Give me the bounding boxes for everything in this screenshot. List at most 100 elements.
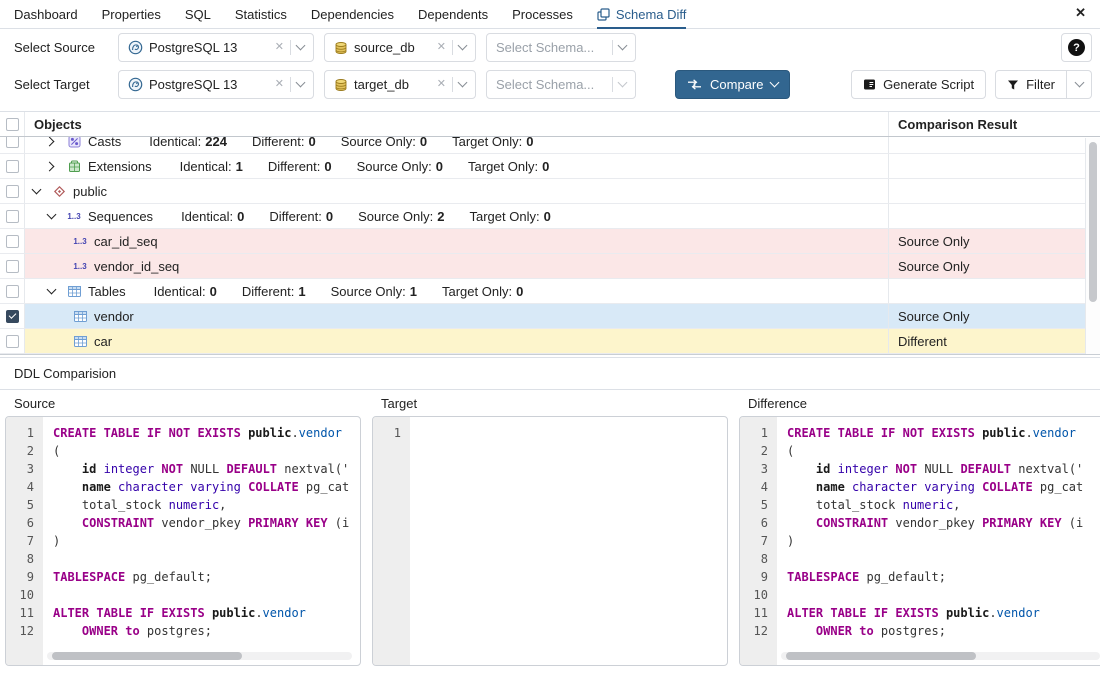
comparison-counts: Identical:0Different:0Source Only:2Targe… <box>181 209 551 224</box>
row-checkbox[interactable] <box>6 137 19 148</box>
line-number: 4 <box>740 478 777 496</box>
target-schema-select[interactable]: Select Schema... <box>486 70 636 99</box>
chevron-down-icon[interactable] <box>618 78 628 88</box>
object-cell: public <box>25 179 888 203</box>
tab-schema-diff[interactable]: Schema Diff <box>597 0 687 29</box>
filter-dropdown-button[interactable] <box>1067 70 1092 99</box>
ddl-target-column: Target1 <box>372 391 728 666</box>
chevron-down-icon[interactable] <box>618 41 628 51</box>
source-schema-placeholder: Select Schema... <box>496 40 606 55</box>
source-schema-select[interactable]: Select Schema... <box>486 33 636 62</box>
chevron-down-icon[interactable] <box>48 214 66 218</box>
code-line: OWNER to postgres; <box>787 622 1100 640</box>
table-row[interactable]: 1..3SequencesIdentical:0Different:0Sourc… <box>0 204 1100 229</box>
row-checkbox[interactable] <box>6 310 19 323</box>
row-checkbox[interactable] <box>6 160 19 173</box>
comparison-result-cell: Source Only <box>888 229 1100 253</box>
horizontal-scrollbar[interactable] <box>52 652 242 660</box>
clear-icon[interactable]: ✕ <box>437 42 446 53</box>
ddl-target-editor[interactable]: 1 <box>372 416 728 666</box>
clear-icon[interactable]: ✕ <box>437 79 446 90</box>
table-row[interactable]: 1..3vendor_id_seqSource Only <box>0 254 1100 279</box>
table-row[interactable]: vendorSource Only <box>0 304 1100 329</box>
ddl-panel-label: Source <box>5 391 361 416</box>
chevron-down-icon[interactable] <box>770 78 780 88</box>
target-server-select[interactable]: PostgreSQL 13 ✕ <box>118 70 314 99</box>
table-row[interactable]: carDifferent <box>0 329 1100 354</box>
line-number: 3 <box>740 460 777 478</box>
count-source-only: Source Only:2 <box>358 209 444 224</box>
row-checkbox[interactable] <box>6 235 19 248</box>
source-server-select[interactable]: PostgreSQL 13 ✕ <box>118 33 314 62</box>
line-number: 6 <box>740 514 777 532</box>
ddl-difference-editor[interactable]: 123456789101112CREATE TABLE IF NOT EXIST… <box>739 416 1100 666</box>
select-source-label: Select Source <box>14 40 118 55</box>
chevron-right-icon[interactable] <box>48 138 66 145</box>
close-icon[interactable]: ✕ <box>1075 5 1086 21</box>
compare-button[interactable]: Compare <box>675 70 790 99</box>
row-checkbox[interactable] <box>6 260 19 273</box>
objects-column-header: Objects <box>34 117 82 132</box>
code-line: ALTER TABLE IF EXISTS public.vendor <box>787 604 1100 622</box>
chevron-down-icon[interactable] <box>296 41 306 51</box>
line-number: 10 <box>740 586 777 604</box>
table-row[interactable]: ExtensionsIdentical:1Different:0Source O… <box>0 154 1100 179</box>
line-number: 7 <box>740 532 777 550</box>
ddl-comparison-section: DDL Comparision Source123456789101112CRE… <box>0 357 1100 666</box>
code-line <box>787 586 1100 604</box>
scrollbar-thumb[interactable] <box>1089 142 1097 302</box>
row-checkbox[interactable] <box>6 210 19 223</box>
chevron-right-icon[interactable] <box>48 163 66 170</box>
tab-properties[interactable]: Properties <box>102 0 161 29</box>
chevron-down-icon[interactable] <box>296 78 306 88</box>
source-server-value: PostgreSQL 13 <box>149 40 269 55</box>
chevron-down-icon[interactable] <box>48 289 66 293</box>
line-number: 8 <box>740 550 777 568</box>
object-label: public <box>73 184 107 199</box>
tab-dashboard[interactable]: Dashboard <box>14 0 78 29</box>
row-checkbox[interactable] <box>6 285 19 298</box>
tab-sql[interactable]: SQL <box>185 0 211 29</box>
generate-script-button[interactable]: Generate Script <box>851 70 986 99</box>
row-checkbox[interactable] <box>6 185 19 198</box>
help-button[interactable]: ? <box>1061 33 1092 62</box>
source-database-select[interactable]: source_db ✕ <box>324 33 476 62</box>
code-line: id integer NOT NULL DEFAULT nextval(' <box>53 460 360 478</box>
line-number: 1 <box>6 424 43 442</box>
row-checkbox-cell <box>0 254 25 278</box>
row-checkbox[interactable] <box>6 335 19 348</box>
code-line: ALTER TABLE IF EXISTS public.vendor <box>53 604 360 622</box>
comparison-result-column-header: Comparison Result <box>898 117 1017 132</box>
comparison-result-cell <box>888 279 1100 303</box>
tab-label: Properties <box>102 7 161 22</box>
tab-processes[interactable]: Processes <box>512 0 573 29</box>
select-target-label: Select Target <box>14 77 118 92</box>
extension-icon <box>66 160 82 173</box>
clear-icon[interactable]: ✕ <box>275 42 284 53</box>
target-database-select[interactable]: target_db ✕ <box>324 70 476 99</box>
chevron-down-icon[interactable] <box>458 41 468 51</box>
chevron-down-icon[interactable] <box>33 189 51 193</box>
tab-dependents[interactable]: Dependents <box>418 0 488 29</box>
tab-statistics[interactable]: Statistics <box>235 0 287 29</box>
vertical-scrollbar[interactable] <box>1085 138 1100 354</box>
table-row[interactable]: CastsIdentical:224Different:0Source Only… <box>0 137 1100 154</box>
comparison-result-cell <box>888 137 1100 153</box>
line-number-gutter: 123456789101112 <box>6 417 43 665</box>
object-label: Extensions <box>88 159 152 174</box>
object-label: car_id_seq <box>94 234 158 249</box>
chevron-down-icon[interactable] <box>458 78 468 88</box>
tab-bar: Dashboard Properties SQL Statistics Dependen… <box>0 0 1100 29</box>
table-row[interactable]: TablesIdentical:0Different:1Source Only:… <box>0 279 1100 304</box>
count-target-only: Target Only:0 <box>469 209 550 224</box>
script-icon <box>863 78 876 91</box>
ddl-source-editor[interactable]: 123456789101112CREATE TABLE IF NOT EXIST… <box>5 416 361 666</box>
filter-button[interactable]: Filter <box>995 70 1067 99</box>
table-row[interactable]: 1..3car_id_seqSource Only <box>0 229 1100 254</box>
horizontal-scrollbar[interactable] <box>786 652 976 660</box>
select-all-checkbox[interactable] <box>6 118 19 131</box>
tab-dependencies[interactable]: Dependencies <box>311 0 394 29</box>
clear-icon[interactable]: ✕ <box>275 79 284 90</box>
table-row[interactable]: public <box>0 179 1100 204</box>
tab-label: Statistics <box>235 7 287 22</box>
